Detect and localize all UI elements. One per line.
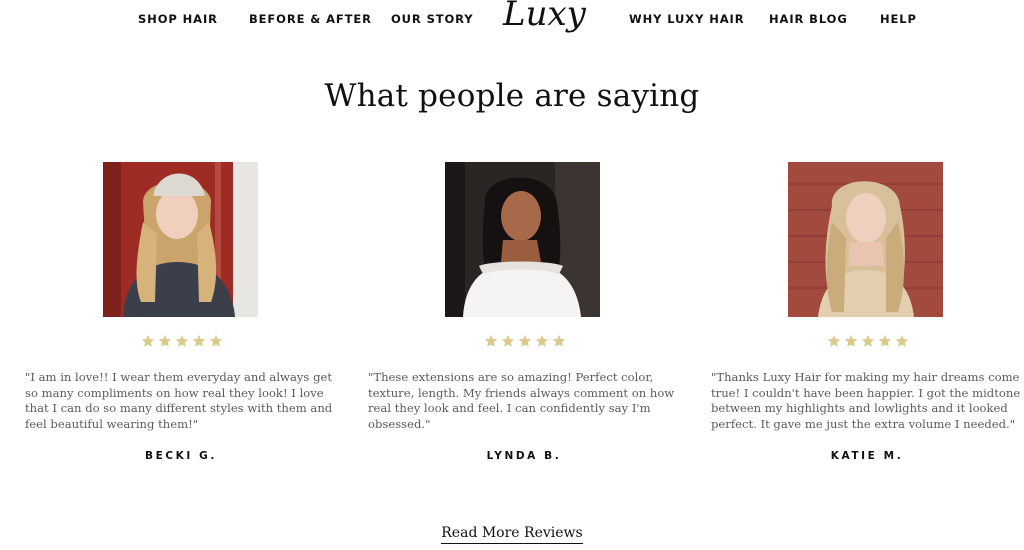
reviewer-photo (788, 162, 943, 317)
section-heading: What people are saying (324, 78, 700, 114)
star-icon (518, 334, 532, 347)
star-icon (175, 334, 189, 347)
star-rating (484, 334, 566, 352)
nav-shop-hair[interactable]: SHOP HAIR (138, 12, 218, 26)
logo-text: Luxy (503, 0, 586, 34)
reviewer-photo-image (103, 162, 258, 317)
star-rating (141, 334, 223, 352)
star-icon (501, 334, 515, 347)
review-quote: "These extensions are so amazing! Perfec… (368, 370, 675, 431)
star-icon (844, 334, 858, 347)
star-icon (141, 334, 155, 347)
nav-help[interactable]: HELP (880, 12, 917, 26)
star-icon (209, 334, 223, 347)
nav-hair-blog[interactable]: HAIR BLOG (769, 12, 848, 26)
reviewer-photo (103, 162, 258, 317)
reviewer-name: LYNDA B. (486, 450, 562, 462)
star-icon (827, 334, 841, 347)
nav-why-luxy-hair[interactable]: WHY LUXY HAIR (629, 12, 744, 26)
review-card: "These extensions are so amazing! Perfec… (368, 162, 680, 472)
reviewer-photo-image (445, 162, 600, 317)
reviewer-photo-image (788, 162, 943, 317)
review-card: "Thanks Luxy Hair for making my hair dre… (711, 162, 1023, 472)
review-quote: "I am in love!! I wear them everyday and… (25, 370, 333, 431)
star-icon (552, 334, 566, 347)
read-more-reviews-link[interactable]: Read More Reviews (441, 525, 583, 544)
star-icon (895, 334, 909, 347)
read-more-container: Read More Reviews (0, 524, 1024, 544)
star-icon (484, 334, 498, 347)
luxy-logo[interactable]: Luxy (503, 0, 586, 38)
reviewer-name: KATIE M. (830, 450, 904, 462)
star-icon (158, 334, 172, 347)
star-icon (192, 334, 206, 347)
review-card: "I am in love!! I wear them everyday and… (25, 162, 337, 472)
review-quote: "Thanks Luxy Hair for making my hair dre… (711, 370, 1021, 431)
nav-before-after[interactable]: BEFORE & AFTER (249, 12, 372, 26)
star-rating (827, 334, 909, 352)
star-icon (861, 334, 875, 347)
nav-our-story[interactable]: OUR STORY (391, 12, 474, 26)
star-icon (878, 334, 892, 347)
reviewer-name: BECKI G. (145, 450, 217, 462)
star-icon (535, 334, 549, 347)
reviewer-photo (445, 162, 600, 317)
main-nav: SHOP HAIR BEFORE & AFTER OUR STORY Luxy … (0, 0, 1024, 40)
